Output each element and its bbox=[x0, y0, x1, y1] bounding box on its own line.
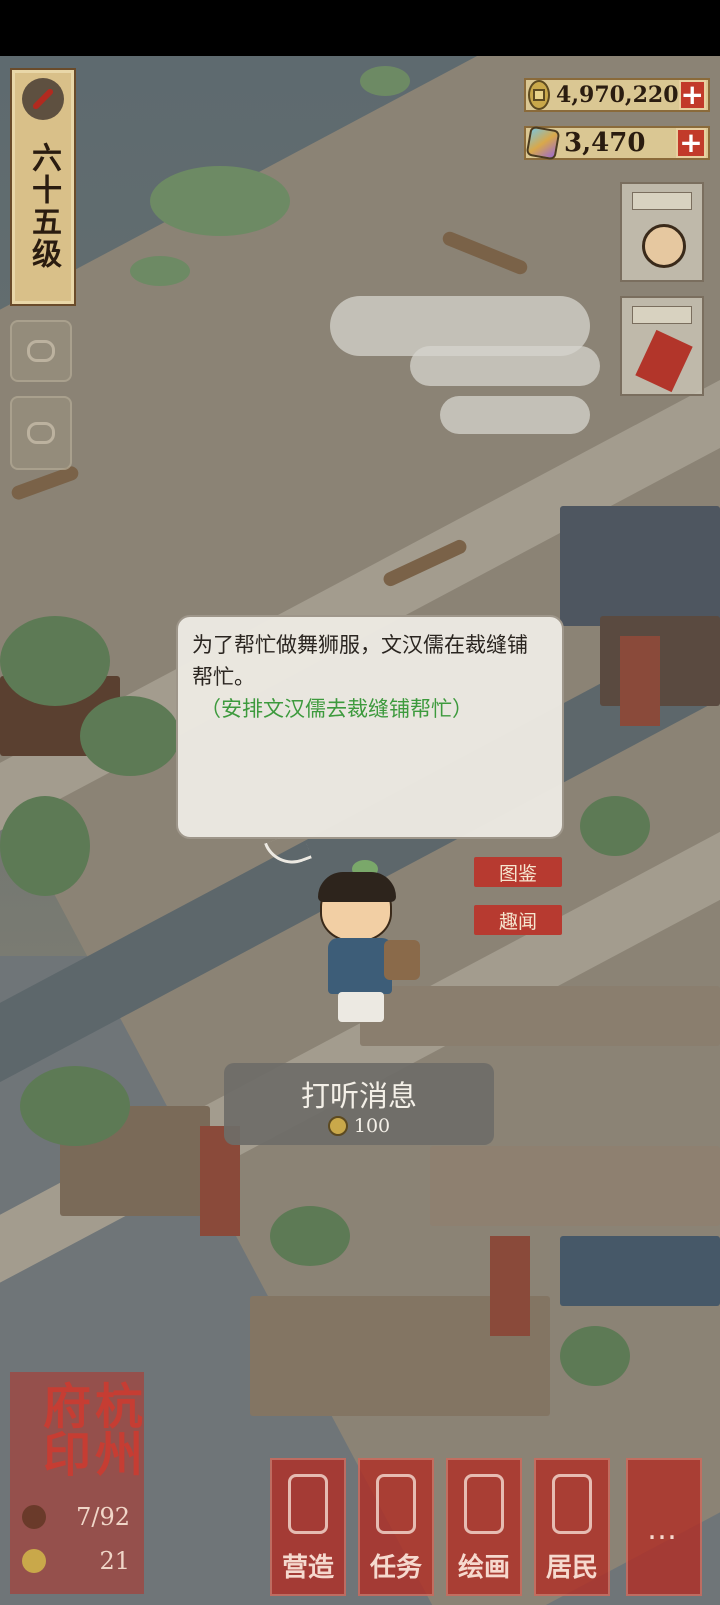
lotus-pond bbox=[130, 256, 190, 286]
villager-character[interactable] bbox=[310, 860, 430, 1030]
seal-stat-value: 21 bbox=[99, 1547, 130, 1575]
anecdote-button[interactable]: 趣闻 bbox=[474, 905, 562, 935]
painting-icon bbox=[464, 1474, 504, 1534]
catalog-button[interactable]: 图鉴 bbox=[474, 857, 562, 887]
card-caption bbox=[632, 192, 692, 210]
task-label: 任务 bbox=[369, 1553, 422, 1583]
villager-portrait-icon bbox=[642, 224, 686, 268]
tree bbox=[580, 796, 650, 856]
tree bbox=[0, 616, 110, 706]
chat-icon bbox=[27, 340, 55, 362]
inquire-cost-value: 100 bbox=[353, 1115, 391, 1137]
build-button[interactable]: 营造 bbox=[270, 1458, 346, 1596]
status-bar bbox=[0, 0, 720, 56]
more-icon: … bbox=[647, 1512, 681, 1547]
dialog-hint[interactable]: （安排文汉儒去裁缝铺帮忙） bbox=[192, 693, 548, 725]
copper-coin-bar: 4,970,220 + bbox=[524, 78, 710, 112]
residents-button[interactable]: 居民 bbox=[534, 1458, 610, 1596]
add-gem-button[interactable]: + bbox=[676, 128, 706, 158]
lantern-tower bbox=[490, 1236, 530, 1336]
tree bbox=[270, 1206, 350, 1266]
task-button[interactable]: 任务 bbox=[358, 1458, 434, 1596]
more-button[interactable]: … bbox=[626, 1458, 702, 1596]
build-label: 营造 bbox=[281, 1553, 334, 1583]
cloud bbox=[410, 346, 600, 386]
building bbox=[430, 1146, 720, 1226]
gem-bar: 3,470 + bbox=[524, 125, 710, 161]
inquire-news-label: 打听消息 bbox=[300, 1079, 417, 1113]
character-legs bbox=[338, 992, 384, 1022]
brush-icon bbox=[22, 78, 64, 120]
copper-coin-icon bbox=[327, 1116, 348, 1136]
residents-icon bbox=[552, 1474, 592, 1534]
level-badge[interactable]: 六十五级 bbox=[10, 68, 76, 306]
lotus-pond bbox=[150, 166, 290, 236]
task-icon bbox=[376, 1474, 416, 1534]
cloud bbox=[440, 396, 590, 434]
gold-coin-icon bbox=[22, 1549, 46, 1573]
city-seal[interactable]: 杭州府印 7/92 21 bbox=[10, 1372, 144, 1594]
visitor-card[interactable] bbox=[620, 182, 704, 282]
building bbox=[600, 616, 720, 706]
build-icon bbox=[288, 1474, 328, 1534]
gem-icon bbox=[525, 125, 561, 161]
dialog-text: 为了帮忙做舞狮服，文汉儒在裁缝铺帮忙。 bbox=[192, 633, 528, 689]
painting-label: 绘画 bbox=[457, 1553, 510, 1583]
seal-stat-row: 21 bbox=[22, 1544, 136, 1578]
card-caption bbox=[632, 306, 692, 324]
seal-stat-population: 7/92 bbox=[76, 1503, 130, 1531]
tree bbox=[560, 1326, 630, 1386]
painting-button[interactable]: 绘画 bbox=[446, 1458, 522, 1596]
copper-coin-icon bbox=[528, 80, 551, 110]
notice-card[interactable] bbox=[620, 296, 704, 396]
city-seal-title: 杭州府印 bbox=[34, 1381, 142, 1477]
red-ticket-icon bbox=[635, 329, 693, 393]
tree bbox=[80, 696, 180, 776]
resident-icon bbox=[22, 1505, 46, 1529]
building bbox=[560, 1236, 720, 1306]
gem-value: 3,470 bbox=[564, 128, 646, 158]
seal-stat-row: 7/92 bbox=[22, 1500, 136, 1534]
friends-button[interactable] bbox=[10, 396, 72, 470]
inquire-news-button[interactable]: 打听消息 100 bbox=[224, 1063, 494, 1145]
character-hair bbox=[318, 872, 396, 902]
cloth-bag-icon bbox=[384, 940, 420, 980]
copper-coin-value: 4,970,220 bbox=[556, 82, 679, 108]
tree bbox=[20, 1066, 130, 1146]
tree bbox=[0, 796, 90, 896]
add-coin-button[interactable]: + bbox=[678, 80, 706, 110]
residents-label: 居民 bbox=[545, 1553, 598, 1583]
level-label: 六十五级 bbox=[26, 142, 61, 270]
lotus-pond bbox=[360, 66, 410, 96]
speech-bubble: 为了帮忙做舞狮服，文汉儒在裁缝铺帮忙。 （安排文汉儒去裁缝铺帮忙） bbox=[176, 615, 564, 839]
character-body bbox=[328, 938, 392, 994]
inquire-cost: 100 bbox=[224, 1115, 494, 1137]
lantern-tower bbox=[620, 636, 660, 726]
friends-icon bbox=[27, 422, 55, 444]
chat-button[interactable] bbox=[10, 320, 72, 382]
building bbox=[560, 506, 720, 626]
